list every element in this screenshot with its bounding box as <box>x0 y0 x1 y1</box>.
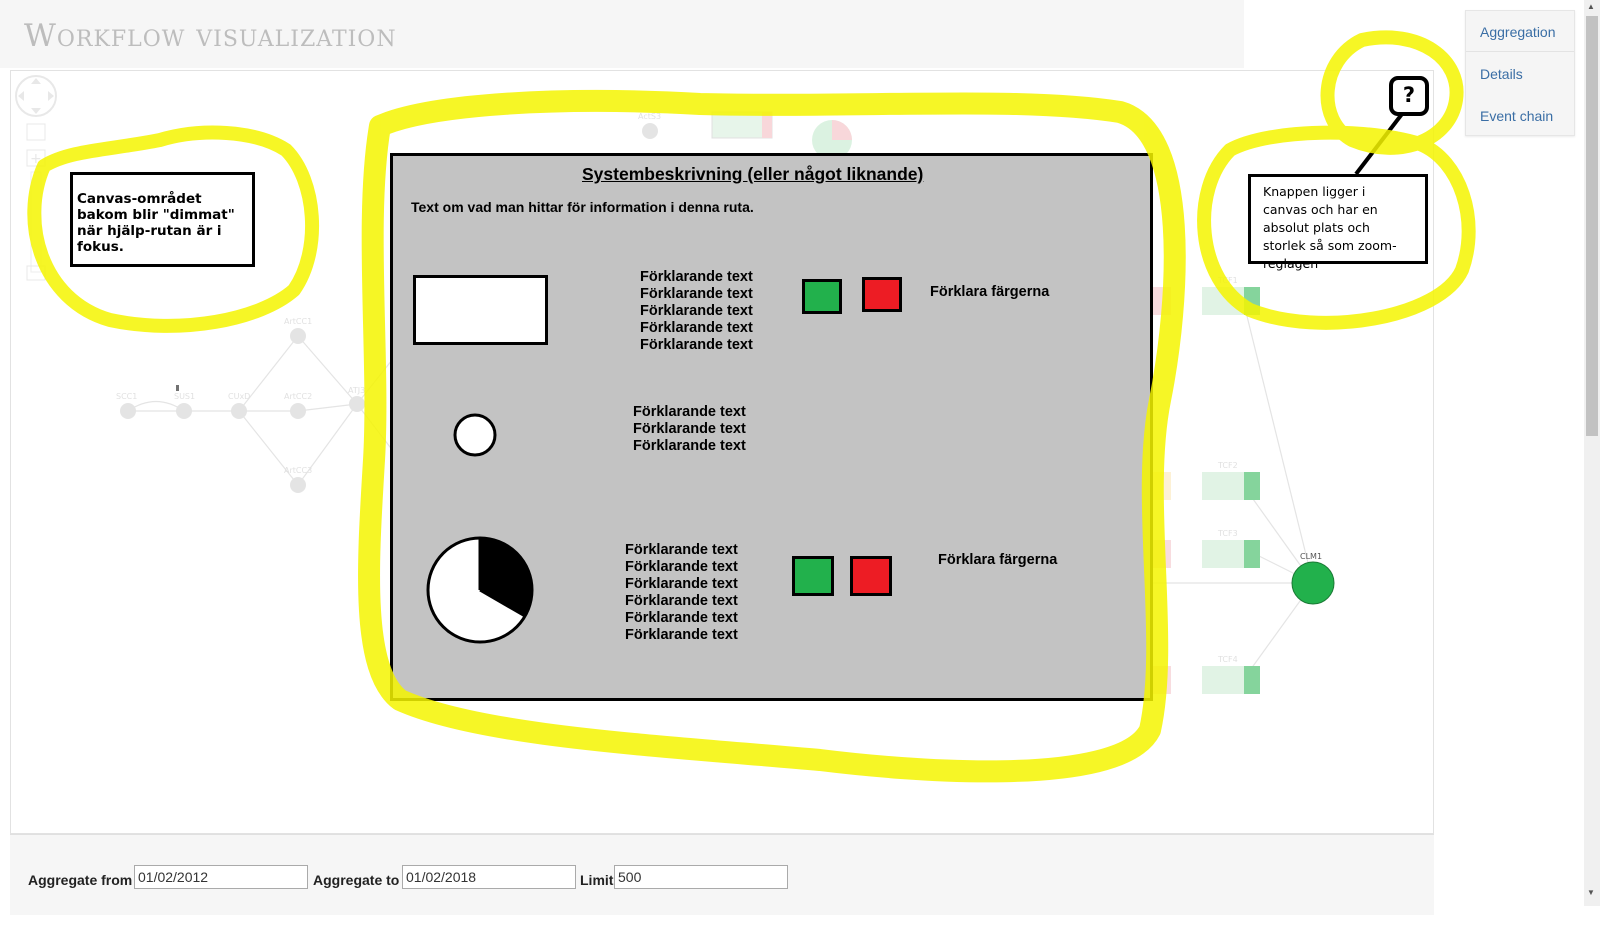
node-label: CLM1 <box>1300 552 1322 561</box>
node-label: TCF1 <box>1217 276 1238 285</box>
aggregate-from-input[interactable] <box>134 865 308 889</box>
limit-input[interactable] <box>614 865 788 889</box>
limit-label: Limit <box>580 872 614 888</box>
aggregate-to-label: Aggregate to <box>313 872 400 888</box>
legend-color-label: Förklara färgerna <box>930 284 1050 300</box>
node-label: ATJ3 <box>348 386 365 395</box>
dim-annotation-note: Canvas-området bakom blir "dimmat" när h… <box>70 172 255 267</box>
legend-circle-description: Förklarande text Förklarande text Förkla… <box>633 404 746 454</box>
node-label: ArtCC2 <box>284 392 312 401</box>
help-button[interactable]: ? <box>1389 76 1429 116</box>
graph-node[interactable] <box>120 403 136 419</box>
graph-node[interactable] <box>176 403 192 419</box>
node-label: SUS1 <box>174 392 195 401</box>
help-panel-intro: Text om vad man hittar för information i… <box>411 199 754 215</box>
node-label: TCF4 <box>1217 655 1238 664</box>
legend-color-label: Förklara färgerna <box>938 552 1058 568</box>
node-label: CUxD <box>228 392 250 401</box>
node-label: ActS3 <box>638 112 661 121</box>
graph-activity-box[interactable] <box>1202 472 1244 500</box>
graph-node[interactable] <box>231 403 247 419</box>
graph-node[interactable] <box>290 328 306 344</box>
node-label: ArtCC3 <box>284 466 312 475</box>
legend-rect-description: Förklarande text Förklarande text Förkla… <box>640 269 753 353</box>
graph-activity-box[interactable] <box>1202 287 1244 315</box>
node-label: ArtCC1 <box>284 317 312 326</box>
legend-pie-description: Förklarande text Förklarande text Förkla… <box>625 542 738 643</box>
zoom-slider[interactable] <box>30 171 42 273</box>
legend-green-swatch <box>792 556 834 596</box>
graph-activity-box[interactable] <box>1202 666 1244 694</box>
aggregate-to-input[interactable] <box>402 865 576 889</box>
legend-activity-rect <box>413 275 548 345</box>
legend-green-swatch <box>802 279 842 314</box>
graph-node[interactable] <box>290 403 306 419</box>
fit-view-icon[interactable] <box>26 123 46 141</box>
node-label: TCF2 <box>1217 461 1238 470</box>
legend-red-swatch <box>850 556 892 596</box>
callout-pointer <box>1354 112 1404 176</box>
help-panel-title: Systembeskrivning (eller något liknande) <box>582 164 924 184</box>
button-annotation-note: Knappen ligger i canvas och har en absol… <box>1248 174 1428 271</box>
graph-activity-box[interactable] <box>1202 540 1244 568</box>
graph-node[interactable] <box>642 123 658 139</box>
pan-control[interactable] <box>15 75 57 117</box>
legend-circle-icon <box>453 413 497 457</box>
svg-text:+: + <box>30 151 42 167</box>
node-label: TCF3 <box>1217 529 1238 538</box>
legend-pie-icon <box>426 536 534 644</box>
graph-node[interactable] <box>290 477 306 493</box>
zoom-out-icon[interactable] <box>26 265 46 281</box>
aggregate-from-label: Aggregate from <box>28 872 133 888</box>
graph-node[interactable] <box>349 396 365 412</box>
legend-red-swatch <box>862 277 902 312</box>
graph-node-clm1[interactable] <box>1291 561 1335 605</box>
node-label: SCC1 <box>116 392 137 401</box>
